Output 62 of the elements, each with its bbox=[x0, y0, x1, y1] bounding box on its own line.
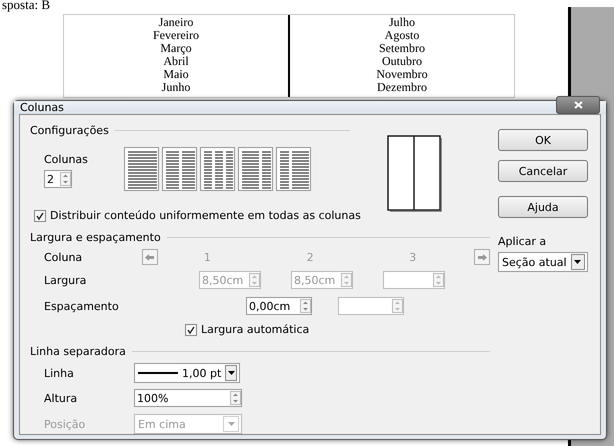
dropdown-arrow-icon bbox=[228, 371, 235, 375]
field-label: Espaçamento bbox=[44, 300, 120, 312]
arrow-left-icon bbox=[145, 254, 154, 260]
month-text: Abril bbox=[163, 55, 189, 68]
column-layout-button[interactable] bbox=[238, 147, 273, 191]
spin-arrows-icon bbox=[230, 391, 241, 405]
field-label: Altura bbox=[44, 392, 78, 404]
month-text: Agosto bbox=[384, 29, 420, 42]
column-layout-button[interactable] bbox=[200, 147, 235, 191]
line-style-dropdown[interactable]: 1,00 pt bbox=[134, 363, 240, 383]
spin-arrows-icon bbox=[341, 273, 352, 287]
checkbox[interactable] bbox=[34, 210, 46, 222]
section-title: Largura e espaçamento bbox=[30, 230, 161, 244]
column-number: 1 bbox=[204, 250, 212, 264]
month-text: Março bbox=[160, 42, 192, 55]
field-label: Posição bbox=[44, 418, 86, 430]
field-label: Linha bbox=[44, 366, 75, 380]
field-label: Coluna bbox=[44, 250, 84, 264]
field-label: Aplicar a bbox=[498, 235, 548, 248]
heading-text: sposta: B bbox=[2, 0, 52, 10]
close-icon bbox=[574, 100, 582, 108]
month-text: Julho bbox=[388, 16, 415, 29]
month-text: Janeiro bbox=[158, 16, 194, 29]
month-text: Maio bbox=[163, 68, 189, 81]
field-label: Colunas bbox=[44, 153, 89, 166]
spin-arrows-icon bbox=[300, 299, 311, 313]
spin-arrows-icon bbox=[392, 299, 403, 313]
line-sample-icon bbox=[138, 371, 178, 375]
month-text: Novembro bbox=[376, 68, 428, 81]
apply-to-dropdown[interactable]: Seção atual bbox=[498, 252, 588, 272]
spacing-spin-field[interactable]: 0,00cm bbox=[246, 297, 312, 315]
month-text: Junho bbox=[162, 81, 190, 94]
section-title: Linha separadora bbox=[30, 344, 126, 358]
close-button[interactable] bbox=[556, 96, 600, 114]
dialog-button[interactable]: Cancelar bbox=[498, 160, 588, 182]
dropdown-arrow-icon bbox=[574, 260, 582, 264]
section-title: Configurações bbox=[30, 124, 109, 136]
dialog-button[interactable]: OK bbox=[498, 129, 588, 151]
month-text: Dezembro bbox=[377, 81, 427, 94]
column-number: 2 bbox=[306, 250, 315, 264]
column-number: 3 bbox=[409, 250, 418, 264]
checkbox-label: Distribuir conteúdo uniformemente em todas as colunas bbox=[50, 209, 361, 222]
columns-spin-field[interactable]: 2 bbox=[44, 170, 72, 188]
dropdown-arrow-icon bbox=[228, 422, 234, 426]
arrow-right-icon bbox=[478, 254, 487, 260]
month-text: Fevereiro bbox=[153, 29, 199, 42]
height-spin-field[interactable]: 100% bbox=[134, 389, 242, 407]
right-arrow-button[interactable] bbox=[474, 249, 490, 265]
checkbox[interactable] bbox=[185, 324, 197, 336]
spin-arrows-icon bbox=[433, 273, 444, 287]
left-arrow-button[interactable] bbox=[142, 249, 158, 265]
month-text: Outubro bbox=[382, 55, 422, 68]
window-title: Colunas bbox=[20, 101, 64, 114]
dialog-button[interactable]: Ajuda bbox=[498, 196, 588, 218]
spin-arrows-icon bbox=[249, 273, 260, 287]
column-layout-button[interactable] bbox=[162, 147, 197, 191]
checkbox-label: Largura automática bbox=[201, 323, 310, 336]
spin-arrows-icon bbox=[60, 172, 71, 186]
column-layout-button[interactable] bbox=[276, 147, 311, 191]
field-label: Largura bbox=[44, 274, 88, 286]
month-text: Setembro bbox=[379, 42, 425, 55]
column-layout-button[interactable] bbox=[124, 147, 159, 191]
